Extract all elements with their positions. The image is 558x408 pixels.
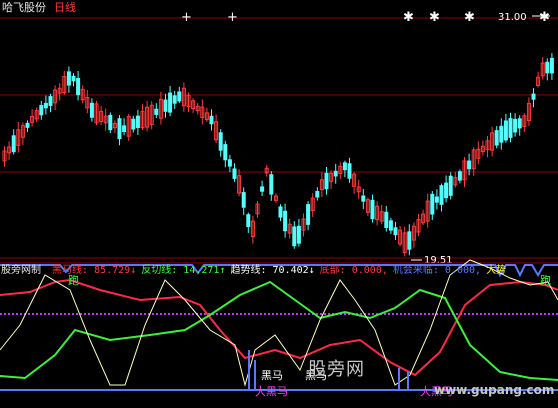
candle-body [172,95,177,104]
candle-body [499,125,504,143]
big-dark-horse-label: 大黑马 [255,384,288,398]
star-mark-icon: ✱ [403,10,414,25]
candle-body [260,186,265,192]
candle-body [163,99,168,112]
candle-body [241,192,246,208]
indicator-item-arrow: ↓ [308,265,315,276]
candle-body [25,122,30,128]
indicator-item-label: 底部: [319,265,346,276]
indicator-item: 黑马线: 85.729↓ [52,265,136,276]
star-mark-icon: ✱ [539,10,550,25]
candle-body [444,182,449,199]
candle-body [388,220,393,231]
candle-body [306,204,311,225]
indicator-item-value: 70.402 [266,265,309,276]
candle-body [43,102,48,109]
indicator-bar: 股旁网制 黑马线: 85.729↓ 反切线: 14.271↑ 趋势线: 70.402… [1,264,506,277]
star-mark-icon: ✱ [429,10,440,25]
candle-body [177,91,182,102]
indicator-item-label: 机会来临: [392,265,439,276]
star-mark-icon: ✱ [464,10,475,25]
indicator-item-arrow: ↓ [130,265,137,276]
indicator-item-value: 14.271 [177,265,220,276]
candle-body [218,132,223,151]
price-grid [0,17,558,259]
indicator-item-label: 趋势线: [230,265,267,276]
candle-body [108,114,113,131]
candlestick-series [2,53,554,257]
indicator-item-label: 大势 [486,265,507,276]
indicator-item: 大势 [486,265,506,276]
indicator-item-label: 黑马线: [52,265,89,276]
candle-body [89,102,94,118]
candle-body [384,211,389,228]
candle-body [439,185,444,205]
candle-body [370,199,375,220]
indicator-item-value: 0.000, [438,265,482,276]
indicator-item-value: 0.000, [345,265,388,276]
candle-body [448,175,453,196]
candle-body [549,57,554,74]
candle-body [66,71,71,86]
candle-body [517,118,522,129]
candle-body [278,206,283,218]
stock-name: 哈飞股份 [2,1,46,14]
candle-body [503,120,508,141]
candle-body [227,159,232,167]
candle-body [76,77,81,96]
candle-body [434,196,439,203]
candle-body [246,214,251,228]
candle-body [168,92,173,113]
candle-body [545,61,550,74]
candle-body [467,160,472,170]
plus-mark-icon: + [227,10,238,25]
candle-body [457,171,462,181]
candle-body [122,125,127,133]
candle-body [296,225,301,244]
candle-body [513,118,518,133]
candle-body [347,163,352,179]
candle-body [393,227,398,236]
indicator-item: 趋势线: 70.402↓ [230,265,314,276]
candle-body [292,226,297,247]
indicator-item-label: 反切线: [141,265,178,276]
candle-body [361,195,366,202]
dark-horse-label: 黑马 [261,369,283,382]
candle-body [342,162,347,171]
price-high-label: 31.00 [498,12,527,23]
candle-body [48,96,53,106]
candle-body [494,130,499,146]
candle-body [117,118,122,140]
candle-body [131,118,136,130]
candle-body [223,144,228,161]
candle-body [71,75,76,82]
candle-body [269,174,274,195]
candle-body [232,168,237,179]
run-label: 跑 [540,273,551,287]
indicator-item-arrow: ↑ [219,265,226,276]
indicator-item: 底部: 0.000, [320,265,388,276]
candle-body [407,231,412,250]
candle-body [283,210,288,232]
candle-body [209,115,214,125]
indicator-item: 机会来临: 0.000, [393,265,481,276]
period-label: 日线 [54,1,76,14]
candle-body [430,193,435,215]
indicator-item: 反切线: 14.271↑ [141,265,225,276]
candle-body [135,115,140,128]
candle-body [315,191,320,198]
candle-body [11,135,16,153]
plus-mark-icon: + [181,10,192,25]
watermark-url: www.gupang.com [434,383,555,397]
candle-body [508,118,513,138]
candle-body [324,172,329,190]
watermark-cn: 股旁网 [308,359,365,380]
indicator-item-value: 85.729 [88,265,131,276]
candle-body [39,105,44,116]
chart-canvas: 31.00 19.51 + + ✱ ✱ ✱ ✱ 跑 跑 黑马 黑马 大黑马 大黑… [0,10,558,398]
indicator-name: 股旁网制 [1,265,41,276]
candle-body [333,170,338,177]
candle-body [531,93,536,100]
candle-body [154,108,159,115]
